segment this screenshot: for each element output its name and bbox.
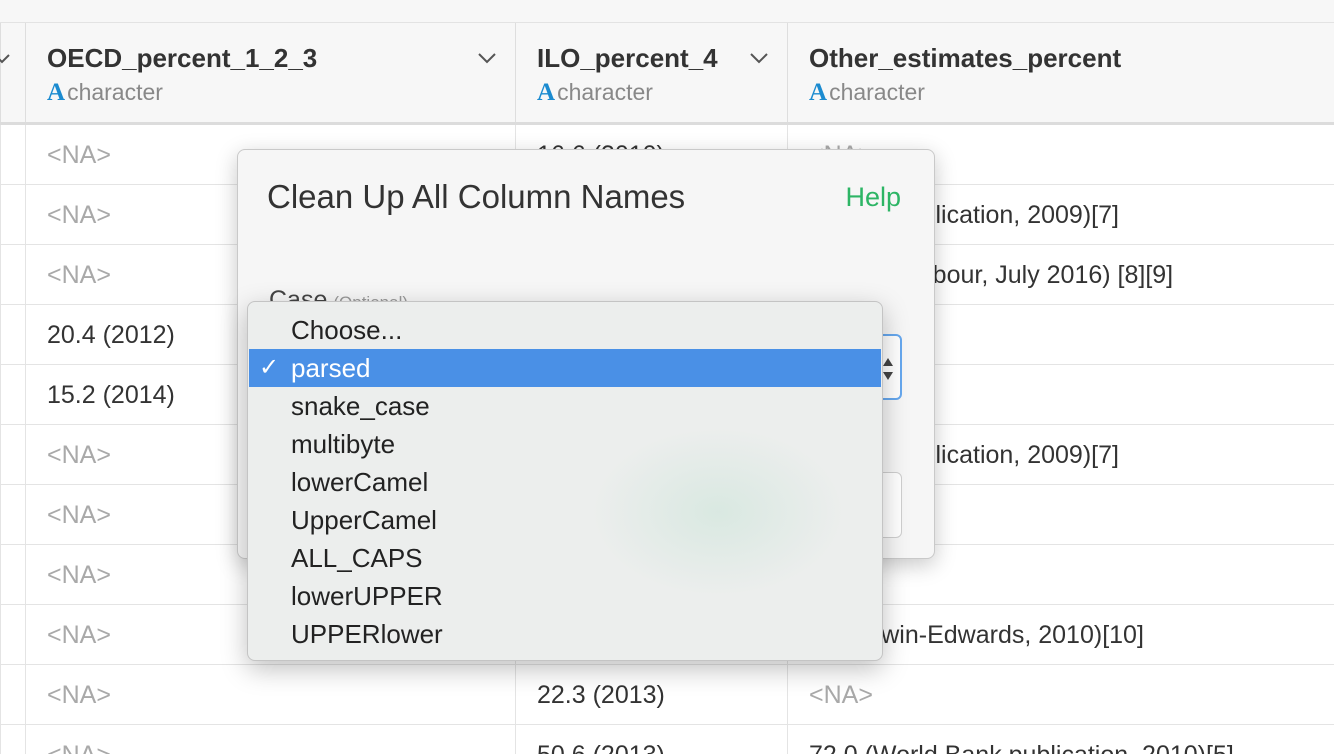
character-type-icon: A xyxy=(47,79,66,106)
chevron-down-icon[interactable] xyxy=(0,47,13,69)
menu-item-option[interactable]: lowerCamel xyxy=(249,463,881,501)
menu-item-option[interactable]: Choose... xyxy=(249,311,881,349)
table-cell xyxy=(0,605,25,665)
table-cell xyxy=(0,365,25,425)
table-cell xyxy=(0,305,25,365)
column-type-label: character xyxy=(829,79,925,105)
checkmark-icon: ✓ xyxy=(259,354,280,381)
menu-item-label: UPPERlower xyxy=(291,619,443,649)
menu-item-label: parsed xyxy=(291,353,371,383)
table-cell: <NA> xyxy=(25,665,515,725)
character-type-icon: A xyxy=(809,79,828,106)
menu-item-option[interactable]: lowerUPPER xyxy=(249,577,881,615)
column-type: Acharacter xyxy=(809,79,925,107)
table-cell xyxy=(0,485,25,545)
table-cell xyxy=(0,245,25,305)
menu-item-option[interactable]: ✓ parsed xyxy=(249,349,881,387)
table-cell xyxy=(0,725,25,754)
menu-item-label: snake_case xyxy=(291,391,430,421)
help-link[interactable]: Help xyxy=(845,182,901,213)
column-name: OECD_percent_1_2_3 xyxy=(47,43,318,73)
column-type-label: character xyxy=(557,79,653,105)
column-header-other-estimates[interactable]: Other_estimates_percent Acharacter xyxy=(787,23,1334,122)
column-type: Acharacter xyxy=(47,79,163,107)
table-cell: 50.6 (2013) xyxy=(515,725,787,754)
table-cell xyxy=(0,425,25,485)
chevron-down-icon[interactable] xyxy=(748,47,770,69)
menu-item-label: lowerCamel xyxy=(291,467,429,497)
column-header-ilo[interactable]: ILO_percent_4 Acharacter xyxy=(515,23,787,122)
menu-item-label: multibyte xyxy=(291,429,396,459)
grid-header: OECD_percent_1_2_3 Acharacter ILO_percen… xyxy=(0,23,1334,125)
table-row: <NA> 22.3 (2013) <NA> xyxy=(0,665,1334,725)
column-type-label: character xyxy=(67,79,163,105)
column-type: Acharacter xyxy=(537,79,653,107)
table-cell xyxy=(0,665,25,725)
table-cell xyxy=(0,185,25,245)
menu-item-option[interactable]: multibyte xyxy=(249,425,881,463)
menu-item-option[interactable]: UpperCamel xyxy=(249,501,881,539)
menu-item-label: UpperCamel xyxy=(291,505,437,535)
column-header-prev[interactable] xyxy=(0,23,25,122)
menu-item-option[interactable]: ALL_CAPS xyxy=(249,539,881,577)
table-cell xyxy=(0,125,25,185)
column-name: ILO_percent_4 xyxy=(537,43,718,73)
table-row: <NA> 50.6 (2013) 72.0 (World Bank public… xyxy=(0,725,1334,754)
menu-item-label: ALL_CAPS xyxy=(291,543,423,573)
grid-top-strip xyxy=(0,0,1334,23)
chevron-down-icon[interactable] xyxy=(476,47,498,69)
menu-item-label: lowerUPPER xyxy=(291,581,443,611)
table-cell: 22.3 (2013) xyxy=(515,665,787,725)
character-type-icon: A xyxy=(537,79,556,106)
table-cell: <NA> xyxy=(25,725,515,754)
dialog-title: Clean Up All Column Names xyxy=(267,178,686,215)
case-dropdown-menu: Choose... ✓ parsed snake_case multibyte lower… xyxy=(247,301,883,661)
menu-item-option[interactable]: snake_case xyxy=(249,387,881,425)
table-cell: <NA> xyxy=(787,665,1334,725)
column-name: Other_estimates_percent xyxy=(809,43,1122,73)
table-cell xyxy=(0,545,25,605)
select-arrows-icon xyxy=(883,358,893,380)
column-header-oecd[interactable]: OECD_percent_1_2_3 Acharacter xyxy=(25,23,515,122)
table-cell: 72.0 (World Bank publication, 2010)[5] xyxy=(787,725,1334,754)
menu-item-label: Choose... xyxy=(291,315,403,345)
menu-item-option[interactable]: UPPERlower xyxy=(249,615,881,653)
